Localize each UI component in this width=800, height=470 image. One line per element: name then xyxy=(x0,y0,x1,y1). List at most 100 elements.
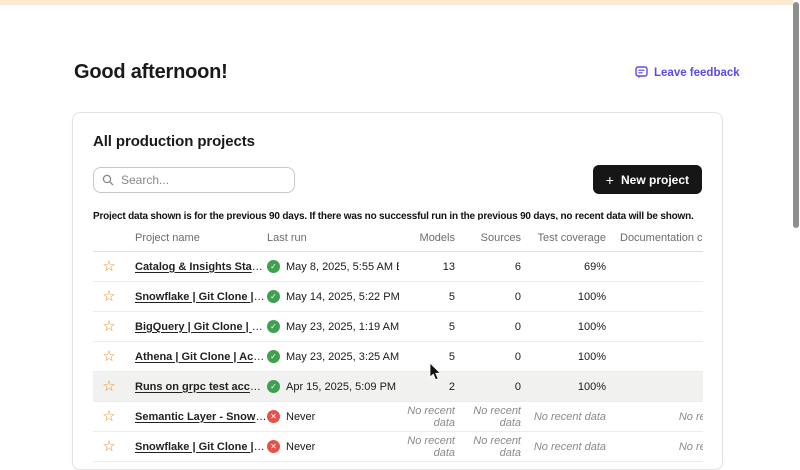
last-run-text: May 23, 2025, 3:25 AM BST xyxy=(286,351,399,363)
last-run-cell: ✓ May 14, 2025, 5:22 PM BST xyxy=(267,290,399,303)
header-last-run: Last run xyxy=(267,232,399,244)
favorite-cell: ☆ xyxy=(93,409,125,424)
projects-table: Project name Last run Models Sources Tes… xyxy=(93,225,703,462)
models-cell: 5 xyxy=(399,291,455,303)
models-cell: 5 xyxy=(399,321,455,333)
table-body: ☆ Catalog & Insights Staging... ✓ May 8,… xyxy=(93,252,703,462)
header-sources: Sources xyxy=(455,232,521,244)
favorite-star-icon[interactable]: ☆ xyxy=(102,409,115,424)
sources-cell: 0 xyxy=(455,381,521,393)
test-coverage-cell: 100% xyxy=(521,291,606,303)
last-run-text: May 14, 2025, 5:22 PM BST xyxy=(286,291,399,303)
table-header-row: Project name Last run Models Sources Tes… xyxy=(93,225,703,252)
last-run-text: Apr 15, 2025, 5:09 PM BST xyxy=(286,381,399,393)
sources-cell: No recent data xyxy=(455,435,521,459)
sources-cell: 0 xyxy=(455,321,521,333)
header-models: Models xyxy=(399,232,455,244)
table-row[interactable]: ☆ Snowflake | Git Clone | Key... ✕ Never… xyxy=(93,432,703,462)
project-name-cell: Catalog & Insights Staging... xyxy=(125,261,267,273)
models-cell: 5 xyxy=(399,351,455,363)
last-run-text: May 23, 2025, 1:19 AM BST xyxy=(286,321,399,333)
new-project-button[interactable]: + New project xyxy=(593,165,702,194)
models-cell: No recent data xyxy=(399,435,455,459)
run-status-icon: ✓ xyxy=(267,380,280,393)
header-test-coverage: Test coverage xyxy=(521,232,606,244)
favorite-star-icon[interactable]: ☆ xyxy=(102,439,115,454)
sources-cell: 6 xyxy=(455,261,521,273)
last-run-cell: ✓ May 23, 2025, 1:19 AM BST xyxy=(267,320,399,333)
project-name-cell: Snowflake | Git Clone | Key... xyxy=(125,441,267,453)
search-icon xyxy=(102,174,114,186)
sources-cell: 0 xyxy=(455,351,521,363)
plus-icon: + xyxy=(606,173,614,187)
favorite-cell: ☆ xyxy=(93,319,125,334)
project-name-link[interactable]: Snowflake | Git Clone | Use... xyxy=(135,291,267,303)
card-title: All production projects xyxy=(93,133,702,150)
top-accent-bar xyxy=(0,0,793,5)
table-row[interactable]: ☆ Catalog & Insights Staging... ✓ May 8,… xyxy=(93,252,703,282)
run-status-icon: ✓ xyxy=(267,260,280,273)
test-coverage-cell: 100% xyxy=(521,351,606,363)
project-name-link[interactable]: Runs on grpc test account xyxy=(135,381,267,393)
last-run-cell: ✓ Apr 15, 2025, 5:09 PM BST xyxy=(267,380,399,393)
header-documentation-coverage: Documentation coverage xyxy=(606,232,703,244)
leave-feedback-label: Leave feedback xyxy=(654,67,740,79)
last-run-cell: ✕ Never xyxy=(267,440,399,453)
last-run-cell: ✓ May 23, 2025, 3:25 AM BST xyxy=(267,350,399,363)
projects-card: All production projects + New project Pr… xyxy=(72,112,723,470)
run-status-icon: ✓ xyxy=(267,350,280,363)
models-cell: 13 xyxy=(399,261,455,273)
project-name-link[interactable]: Athena | Git Clone | Acces... xyxy=(135,351,267,363)
favorite-star-icon[interactable]: ☆ xyxy=(102,259,115,274)
favorite-star-icon[interactable]: ☆ xyxy=(102,289,115,304)
favorite-cell: ☆ xyxy=(93,439,125,454)
leave-feedback-link[interactable]: Leave feedback xyxy=(635,66,740,79)
table-row[interactable]: ☆ Athena | Git Clone | Acces... ✓ May 23… xyxy=(93,342,703,372)
search-input[interactable] xyxy=(121,173,286,187)
favorite-star-icon[interactable]: ☆ xyxy=(102,349,115,364)
sources-cell: No recent data xyxy=(455,405,521,429)
last-run-text: Never xyxy=(286,441,315,453)
card-controls: + New project xyxy=(93,165,702,194)
last-run-text: May 8, 2025, 5:55 AM BST xyxy=(286,261,399,273)
table-row[interactable]: ☆ BigQuery | Git Clone | User... ✓ May 2… xyxy=(93,312,703,342)
project-name-link[interactable]: BigQuery | Git Clone | User... xyxy=(135,321,267,333)
project-name-link[interactable]: Semantic Layer - Snowflake xyxy=(135,411,267,423)
project-name-cell: Runs on grpc test account xyxy=(125,381,267,393)
favorite-cell: ☆ xyxy=(93,289,125,304)
run-status-icon: ✓ xyxy=(267,320,280,333)
test-coverage-cell: 69% xyxy=(521,261,606,273)
search-box[interactable] xyxy=(93,167,295,193)
favorite-cell: ☆ xyxy=(93,379,125,394)
test-coverage-cell: 100% xyxy=(521,321,606,333)
new-project-label: New project xyxy=(621,173,689,187)
project-name-link[interactable]: Snowflake | Git Clone | Key... xyxy=(135,441,267,453)
documentation-coverage-cell: No recent data xyxy=(606,441,703,453)
header-project-name: Project name xyxy=(125,232,267,244)
project-name-cell: Athena | Git Clone | Acces... xyxy=(125,351,267,363)
project-name-cell: Snowflake | Git Clone | Use... xyxy=(125,291,267,303)
documentation-coverage-cell: No recent data xyxy=(606,411,703,423)
run-status-icon: ✓ xyxy=(267,290,280,303)
notice-text: Project data shown is for the previous 9… xyxy=(93,206,703,220)
test-coverage-cell: No recent data xyxy=(521,411,606,423)
project-name-link[interactable]: Catalog & Insights Staging... xyxy=(135,261,267,273)
table-row[interactable]: ☆ Runs on grpc test account ✓ Apr 15, 20… xyxy=(93,372,703,402)
table-row[interactable]: ☆ Snowflake | Git Clone | Use... ✓ May 1… xyxy=(93,282,703,312)
page-title: Good afternoon! xyxy=(74,61,228,84)
models-cell: No recent data xyxy=(399,405,455,429)
feedback-icon xyxy=(635,66,648,79)
table-row[interactable]: ☆ Semantic Layer - Snowflake ✕ Never No … xyxy=(93,402,703,432)
run-status-icon: ✕ xyxy=(267,410,280,423)
last-run-cell: ✕ Never xyxy=(267,410,399,423)
test-coverage-cell: No recent data xyxy=(521,441,606,453)
sources-cell: 0 xyxy=(455,291,521,303)
favorite-star-icon[interactable]: ☆ xyxy=(102,319,115,334)
project-name-cell: Semantic Layer - Snowflake xyxy=(125,411,267,423)
test-coverage-cell: 100% xyxy=(521,381,606,393)
models-cell: 2 xyxy=(399,381,455,393)
vertical-scrollbar-thumb[interactable] xyxy=(793,2,799,228)
last-run-cell: ✓ May 8, 2025, 5:55 AM BST xyxy=(267,260,399,273)
project-name-cell: BigQuery | Git Clone | User... xyxy=(125,321,267,333)
favorite-star-icon[interactable]: ☆ xyxy=(102,379,115,394)
